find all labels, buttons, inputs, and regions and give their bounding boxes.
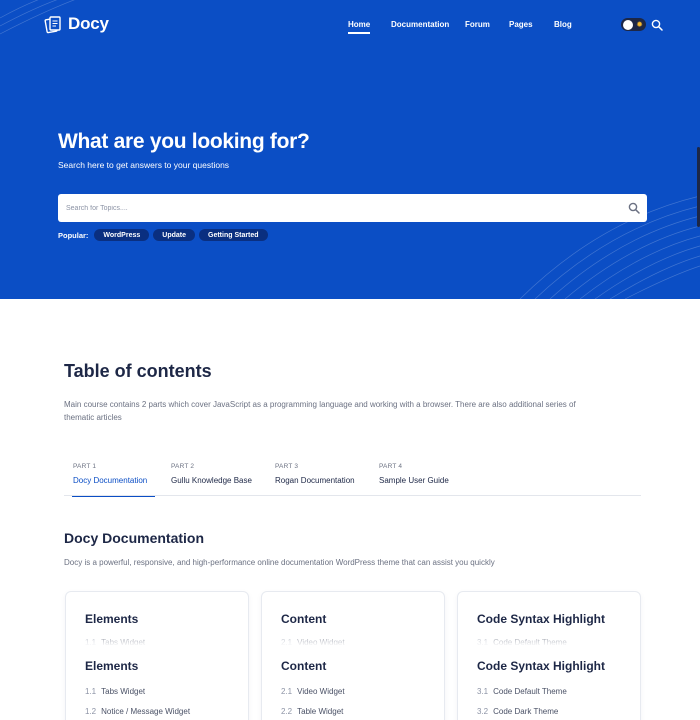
- item-label: Code Dark Theme: [493, 707, 559, 716]
- item-label: Code Default Theme: [493, 687, 567, 696]
- docs-logo-icon: [44, 16, 61, 34]
- fade-overlay: [458, 630, 640, 645]
- hero-banner: Docy Home Documentation Forum Pages Blog…: [0, 0, 700, 299]
- item-label: Table Widget: [297, 707, 344, 716]
- hero-title: What are you looking for?: [58, 130, 310, 153]
- popular-label: Popular:: [58, 230, 89, 240]
- item-number: 2.2: [281, 707, 293, 716]
- hero-subtitle: Search here to get answers to your quest…: [58, 160, 230, 170]
- item-number: 2.1: [281, 687, 293, 696]
- card-link[interactable]: 2.1 Video Widget: [281, 687, 345, 696]
- brand-logo[interactable]: Docy: [44, 14, 109, 34]
- topic-search-input[interactable]: [66, 194, 616, 222]
- fade-overlay: [66, 630, 248, 645]
- card-link[interactable]: 3.2 Code Dark Theme: [477, 707, 558, 716]
- item-label: Video Widget: [297, 687, 345, 696]
- sun-icon: ✹: [636, 20, 643, 29]
- card-title[interactable]: Code Syntax Highlight: [477, 659, 605, 673]
- tag-update[interactable]: Update: [153, 229, 195, 241]
- tab-part-number: PART 3: [275, 463, 299, 470]
- topic-card-content: Content 2.1Video Widget Content 2.1Video…: [261, 591, 445, 720]
- item-label: Notice / Message Widget: [101, 707, 191, 716]
- tab-label: Rogan Documentation: [275, 476, 355, 485]
- toggle-knob: [622, 19, 633, 30]
- tab-label: Sample User Guide: [379, 476, 449, 485]
- card-link[interactable]: 1.1 Tabs Widget: [85, 687, 145, 696]
- tab-part-number: PART 4: [379, 463, 403, 470]
- item-number: 1.1: [85, 687, 97, 696]
- nav-home[interactable]: Home: [348, 20, 371, 34]
- card-sticky-header: Content 2.1Video Widget: [262, 592, 444, 645]
- card-title[interactable]: Elements: [85, 659, 138, 673]
- nav-documentation[interactable]: Documentation: [391, 20, 449, 29]
- dark-mode-toggle[interactable]: ✹: [621, 18, 646, 31]
- search-icon[interactable]: [651, 19, 663, 31]
- tab-part-2[interactable]: PART 2 Gullu Knowledge Base: [171, 463, 261, 496]
- part-tabs: PART 1 Docy Documentation PART 2 Gullu K…: [64, 463, 641, 497]
- item-number: 3.2: [477, 707, 489, 716]
- nav-forum[interactable]: Forum: [465, 20, 490, 29]
- tab-part-1[interactable]: PART 1 Docy Documentation: [72, 463, 155, 497]
- brand-name: Docy: [68, 14, 109, 33]
- card-title[interactable]: Elements: [85, 612, 138, 626]
- card-title[interactable]: Code Syntax Highlight: [477, 612, 605, 626]
- top-navbar: Docy Home Documentation Forum Pages Blog…: [0, 0, 700, 50]
- popular-tags: Popular: WordPress Update Getting Starte…: [58, 229, 272, 241]
- section-title: Docy Documentation: [64, 530, 205, 546]
- tab-label: Gullu Knowledge Base: [171, 476, 252, 485]
- search-submit-icon[interactable]: [628, 202, 640, 214]
- card-link[interactable]: 2.2 Table Widget: [281, 707, 343, 716]
- toc-description: Main course contains 2 parts which cover…: [64, 400, 576, 422]
- card-title[interactable]: Content: [281, 659, 326, 673]
- toc-title: Table of contents: [64, 361, 212, 381]
- card-sticky-header: Code Syntax Highlight 3.1Code Default Th…: [458, 592, 640, 645]
- card-title[interactable]: Content: [281, 612, 326, 626]
- tab-label: Docy Documentation: [73, 476, 148, 485]
- item-number: 3.1: [477, 687, 489, 696]
- tab-part-4[interactable]: PART 4 Sample User Guide: [379, 463, 459, 496]
- topic-card-elements: Elements 1.1Tabs Widget Elements 1.1Tabs…: [65, 591, 249, 720]
- item-label: Tabs Widget: [101, 687, 146, 696]
- tab-part-number: PART 1: [73, 463, 97, 470]
- card-link[interactable]: 1.2 Notice / Message Widget: [85, 707, 190, 716]
- fade-overlay: [262, 630, 444, 645]
- topic-card-code-syntax: Code Syntax Highlight 3.1 Code Default Th…: [457, 591, 641, 720]
- nav-pages[interactable]: Pages: [509, 20, 533, 29]
- tag-wordpress[interactable]: WordPress: [94, 229, 150, 241]
- tab-part-3[interactable]: PART 3 Rogan Documentation: [275, 463, 365, 496]
- tab-part-number: PART 2: [171, 463, 195, 470]
- tag-getting-started[interactable]: Getting Started: [199, 229, 268, 241]
- section-description: Docy is a powerful, responsive, and high…: [64, 558, 495, 567]
- hero-search-box[interactable]: [58, 194, 647, 222]
- nav-blog[interactable]: Blog: [554, 20, 572, 29]
- card-sticky-header: Elements 1.1Tabs Widget: [66, 592, 248, 645]
- card-link[interactable]: 3.1 Code Default Theme: [477, 687, 567, 696]
- item-number: 1.2: [85, 707, 97, 716]
